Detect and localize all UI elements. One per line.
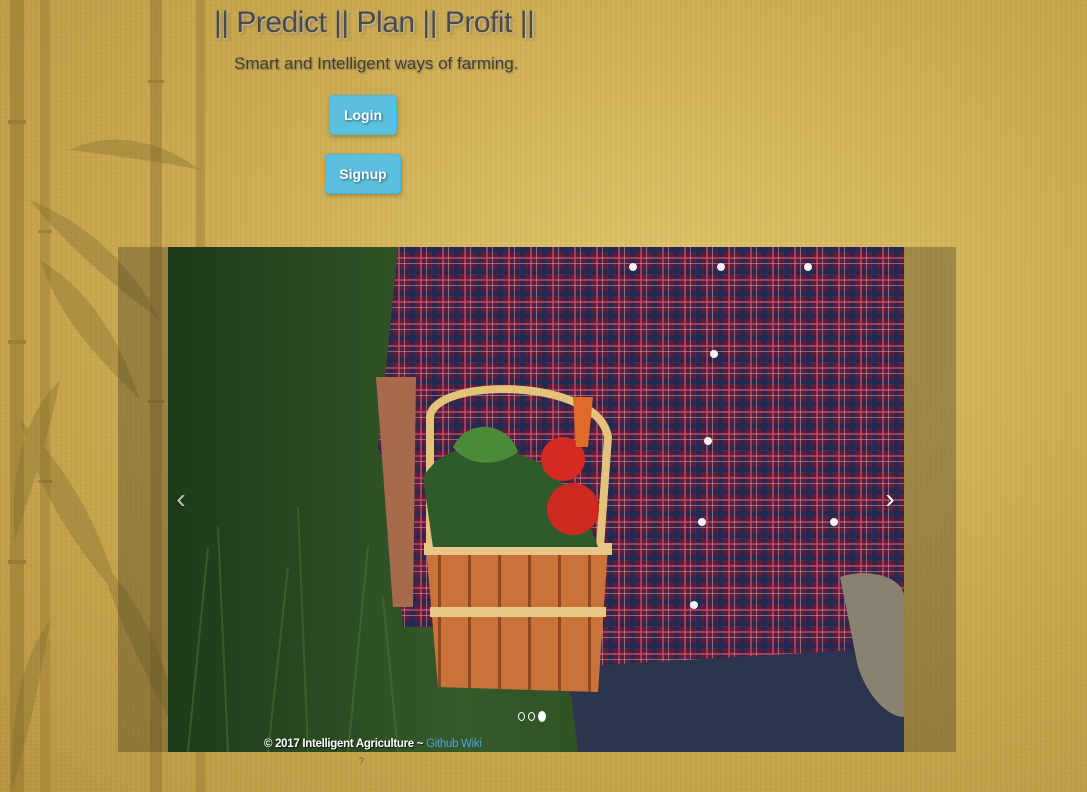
chevron-left-icon: ‹ [176,483,186,514]
page-subtitle: Smart and Intelligent ways of farming. [234,54,519,73]
signup-button[interactable]: Signup [325,154,401,194]
image-carousel: ‹ › [168,247,904,752]
footer-mark: ? [359,756,365,766]
carousel-slide-image [168,247,904,752]
github-wiki-link[interactable]: Github Wiki [426,738,482,750]
carousel-indicators [518,710,546,722]
copyright-text: © 2017 Intelligent Agriculture ~ [264,738,427,750]
carousel-next-control[interactable]: › [878,483,902,515]
page-title: || Predict || Plan || Profit || [214,6,535,39]
page-footer: © 2017 Intelligent Agriculture ~ Github … [264,738,482,750]
carousel-indicator-3[interactable] [538,710,546,722]
login-button[interactable]: Login [329,95,397,135]
carousel-prev-control[interactable]: ‹ [169,483,193,515]
page-header: || Predict || Plan || Profit || Smart an… [0,0,1087,240]
chevron-right-icon: › [885,483,895,514]
carousel-indicator-2[interactable] [528,711,535,721]
carousel-indicator-1[interactable] [518,711,525,721]
